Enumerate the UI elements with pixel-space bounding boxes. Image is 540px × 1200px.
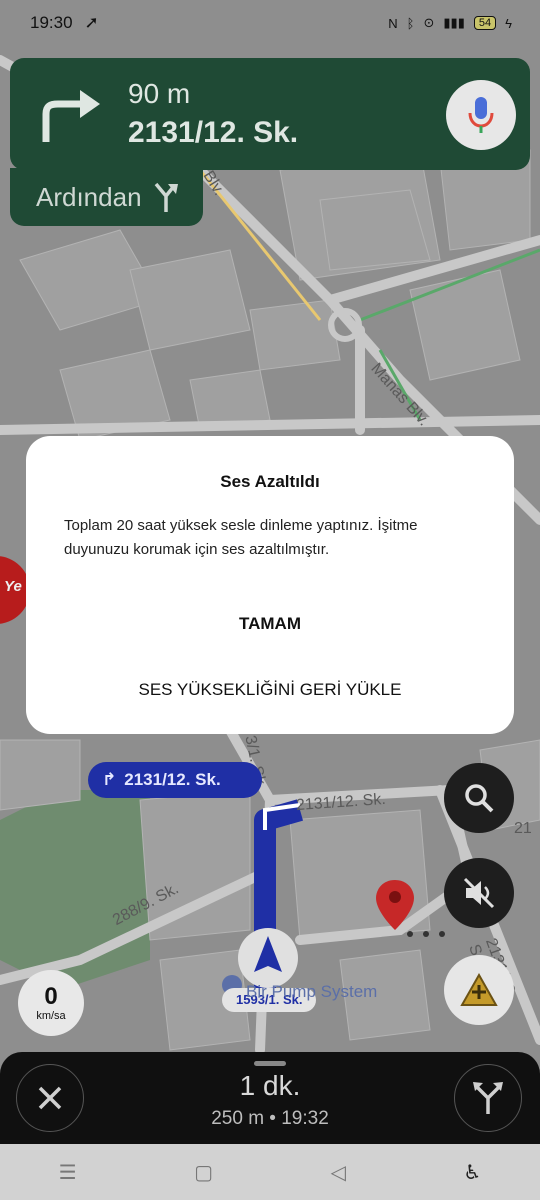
mute-button[interactable] bbox=[444, 858, 514, 928]
bluetooth-icon: ᛒ bbox=[406, 15, 415, 31]
microphone-icon bbox=[468, 97, 494, 133]
alternate-routes-button[interactable] bbox=[454, 1064, 522, 1132]
speed-value: 0 bbox=[44, 983, 58, 1010]
speed-indicator: 0 km/sa bbox=[18, 970, 84, 1036]
turn-distance: 90 m bbox=[128, 78, 191, 109]
route-turn-chip[interactable]: ↱ 2131/12. Sk. bbox=[88, 762, 262, 798]
accessibility-icon[interactable]: ♿ bbox=[463, 1160, 481, 1185]
dialog-title: Ses Azaltıldı bbox=[220, 472, 320, 491]
back-icon[interactable]: ◁ bbox=[330, 1160, 345, 1185]
map-label-street-e: 21 bbox=[514, 820, 532, 837]
edge-poi-label[interactable]: Ye bbox=[4, 578, 22, 595]
signal-icon: ▮▮▮ bbox=[443, 15, 465, 30]
navigation-instruction-card[interactable]: 90 m 2131/12. Sk. bbox=[10, 58, 530, 170]
voice-search-button[interactable] bbox=[446, 80, 516, 150]
turn-right-icon bbox=[42, 90, 100, 142]
route-chip-label: 2131/12. Sk. bbox=[124, 770, 221, 789]
trip-panel[interactable]: 1 dk. 250 m • 19:32 bbox=[0, 1052, 540, 1144]
system-navigation-bar: ☰ ▢ ◁ ♿ bbox=[0, 1144, 540, 1200]
report-incident-button[interactable] bbox=[444, 955, 514, 1025]
then-label: Ardından bbox=[36, 181, 142, 212]
search-button[interactable] bbox=[444, 763, 514, 833]
status-time: 19:30 bbox=[30, 13, 73, 32]
then-instruction-card[interactable]: Ardından bbox=[10, 168, 203, 226]
turn-right-small-icon: ↱ bbox=[102, 770, 117, 789]
home-icon[interactable]: ▢ bbox=[194, 1160, 213, 1185]
add-report-icon bbox=[460, 972, 498, 1006]
dialog-message: Toplam 20 saat yüksek sesle dinleme yapt… bbox=[64, 517, 418, 558]
search-icon bbox=[465, 784, 494, 813]
nfc-icon: N bbox=[388, 15, 398, 31]
volume-off-icon bbox=[463, 877, 495, 909]
ok-button[interactable]: TAMAM bbox=[26, 614, 514, 634]
restore-volume-button[interactable]: SES YÜKSEKLİĞİNİ GERİ YÜKLE bbox=[26, 680, 514, 700]
volume-reduced-dialog: Ses Azaltıldı Toplam 20 saat yüksek sesl… bbox=[26, 436, 514, 734]
turn-street-name: 2131/12. Sk. bbox=[128, 116, 299, 149]
alternate-routes-icon bbox=[473, 1082, 503, 1114]
status-bar: 19:30 ➚ N ᛒ ⊙ ▮▮▮ 54 ϟ bbox=[0, 0, 540, 46]
drag-handle[interactable] bbox=[254, 1061, 286, 1066]
recents-icon[interactable]: ☰ bbox=[59, 1160, 77, 1185]
charging-icon: ϟ bbox=[505, 15, 512, 31]
location-icon: ⊙ bbox=[423, 15, 435, 30]
fork-right-icon bbox=[154, 182, 178, 212]
poi-label[interactable]: Bir Pump System bbox=[246, 982, 377, 1002]
navigation-status-icon: ➚ bbox=[84, 13, 99, 32]
battery-indicator: 54 bbox=[473, 16, 497, 30]
speed-unit: km/sa bbox=[36, 1010, 66, 1022]
